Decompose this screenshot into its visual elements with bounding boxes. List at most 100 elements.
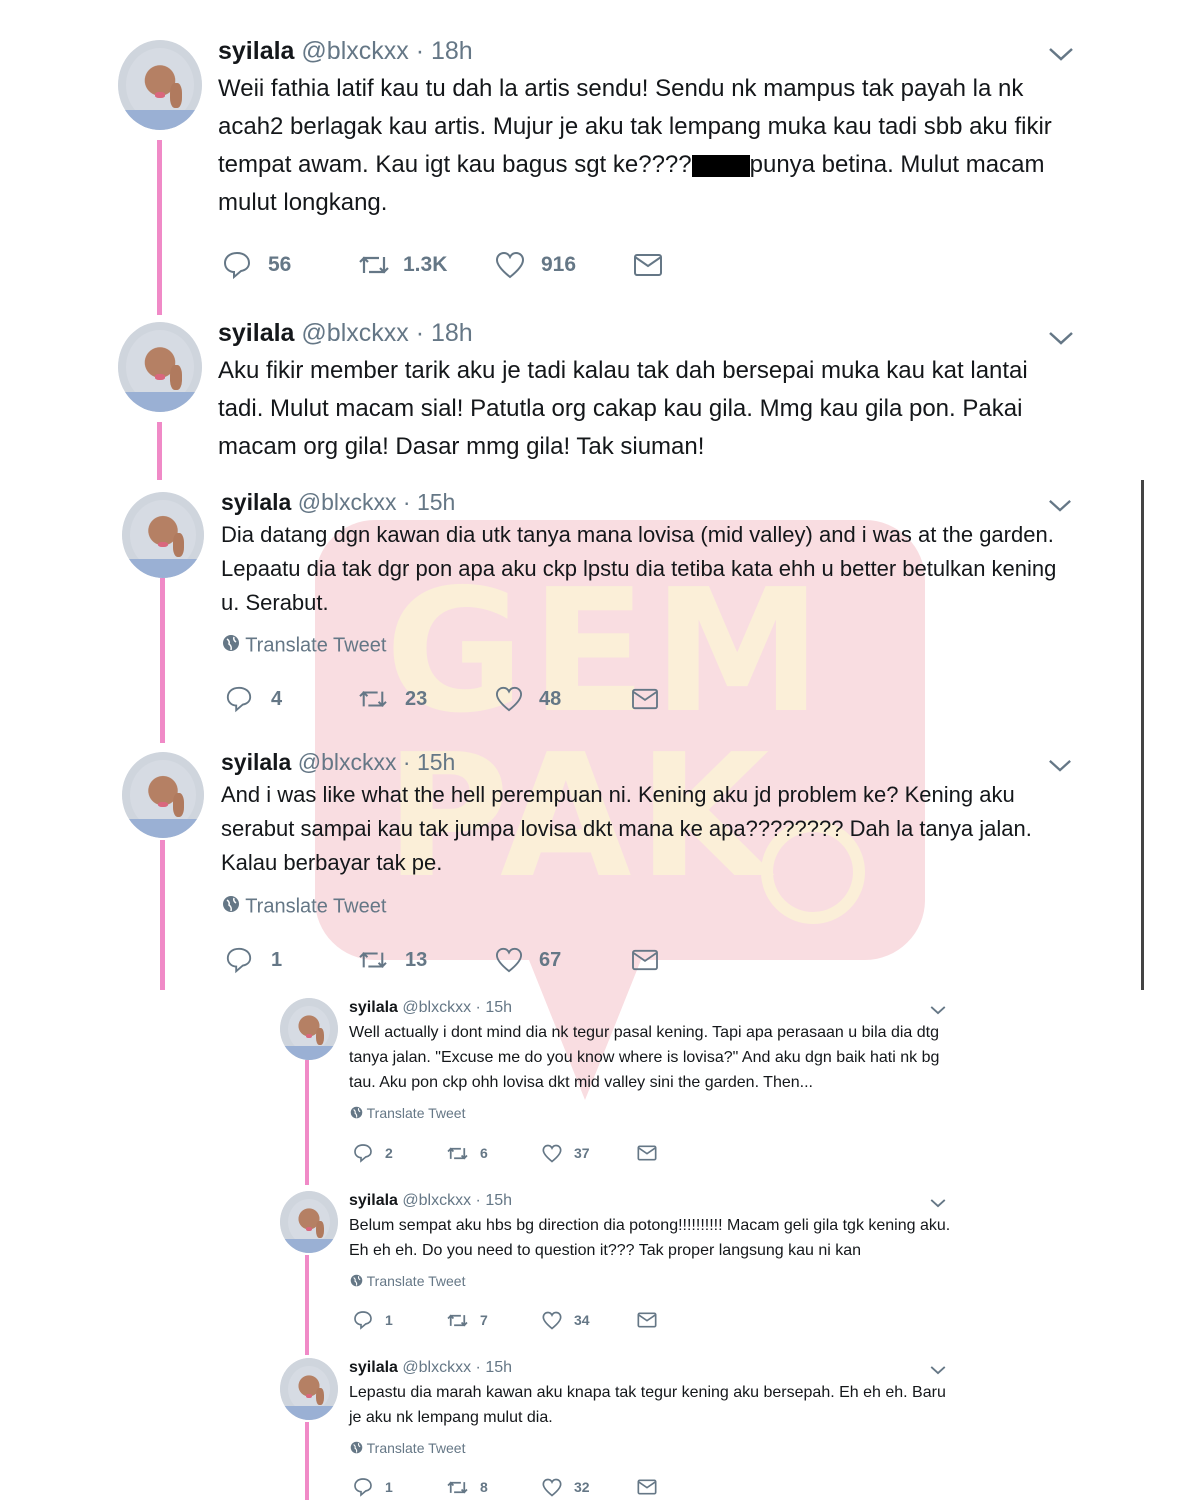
heart-icon <box>495 686 523 712</box>
display-name[interactable]: syilala <box>221 489 291 515</box>
mail-icon <box>637 1478 657 1496</box>
mail-icon <box>631 687 659 711</box>
message-button[interactable] <box>637 1311 657 1329</box>
tweet-actions: 4 23 48 <box>225 685 659 713</box>
retweet-button[interactable]: 13 <box>357 947 495 973</box>
avatar[interactable] <box>280 998 338 1060</box>
like-count: 34 <box>574 1312 590 1328</box>
reply-button[interactable]: 1 <box>353 1477 446 1497</box>
display-name[interactable]: syilala <box>349 999 398 1016</box>
translate-tweet-link[interactable]: Translate Tweet <box>350 1273 465 1290</box>
tweet[interactable]: syilala @blxckxx · 15h And i was like wh… <box>0 740 1200 990</box>
tweet-text: Belum sempat aku hbs bg direction dia po… <box>349 1217 951 1259</box>
separator-dot: · <box>475 1192 481 1209</box>
retweet-icon <box>357 947 389 973</box>
display-name[interactable]: syilala <box>218 37 294 65</box>
translate-tweet-link[interactable]: Translate Tweet <box>222 895 386 919</box>
heart-icon <box>542 1478 562 1497</box>
like-button[interactable]: 32 <box>542 1478 637 1497</box>
like-button[interactable]: 37 <box>542 1144 637 1163</box>
tweet-text: Lepastu dia marah kawan aku knapa tak te… <box>349 1384 946 1426</box>
reply-count: 1 <box>385 1312 393 1328</box>
timestamp[interactable]: 15h <box>485 1359 512 1376</box>
message-button[interactable] <box>631 948 659 972</box>
heart-icon <box>542 1144 562 1163</box>
reply-button[interactable]: 56 <box>222 250 357 280</box>
retweet-button[interactable]: 23 <box>357 686 495 712</box>
retweet-count: 8 <box>480 1479 488 1495</box>
reply-button[interactable]: 1 <box>225 946 357 974</box>
tweet[interactable]: syilala @blxckxx · 15h Lepastu dia marah… <box>0 1355 1200 1500</box>
reply-count: 2 <box>385 1145 393 1161</box>
retweet-button[interactable]: 1.3K <box>357 251 495 279</box>
heart-icon <box>495 947 523 973</box>
timestamp[interactable]: 18h <box>431 319 473 347</box>
reply-count: 1 <box>271 948 283 971</box>
reply-icon <box>353 1310 373 1330</box>
retweet-button[interactable]: 8 <box>446 1478 542 1497</box>
avatar[interactable] <box>118 40 202 130</box>
user-handle[interactable]: @blxckxx <box>402 1359 471 1376</box>
like-button[interactable]: 48 <box>495 686 631 712</box>
message-button[interactable] <box>637 1478 657 1496</box>
display-name[interactable]: syilala <box>349 1359 398 1376</box>
tweet[interactable]: syilala @blxckxx · 18h Aku fikir member … <box>0 300 1200 480</box>
avatar[interactable] <box>280 1358 338 1420</box>
tweet-header: syilala @blxckxx · 15h <box>221 748 455 776</box>
tweet-text: Weii fathia latif kau tu dah la artis se… <box>218 75 1052 216</box>
reply-icon <box>353 1143 373 1163</box>
avatar[interactable] <box>280 1191 338 1253</box>
like-count: 916 <box>541 253 577 276</box>
message-button[interactable] <box>631 687 659 711</box>
translate-tweet-link[interactable]: Translate Tweet <box>350 1105 465 1122</box>
timestamp[interactable]: 15h <box>485 1192 512 1209</box>
message-button[interactable] <box>633 252 663 278</box>
retweet-button[interactable]: 6 <box>446 1144 542 1163</box>
retweet-button[interactable]: 7 <box>446 1311 542 1330</box>
like-button[interactable]: 916 <box>495 251 633 279</box>
reply-button[interactable]: 4 <box>225 685 357 713</box>
tweet-actions: 1 7 34 <box>353 1310 657 1330</box>
tweet[interactable]: syilala @blxckxx · 15h Dia datang dgn ka… <box>0 480 1200 740</box>
like-button[interactable]: 34 <box>542 1311 637 1330</box>
display-name[interactable]: syilala <box>221 749 291 775</box>
heart-icon <box>542 1311 562 1330</box>
tweet-header: syilala @blxckxx · 18h <box>218 36 473 66</box>
mail-icon <box>631 948 659 972</box>
user-handle[interactable]: @blxckxx <box>298 489 397 515</box>
globe-icon <box>350 1106 363 1122</box>
timestamp[interactable]: 15h <box>485 999 512 1016</box>
avatar[interactable] <box>122 752 204 838</box>
user-handle[interactable]: @blxckxx <box>298 749 397 775</box>
display-name[interactable]: syilala <box>349 1192 398 1209</box>
like-button[interactable]: 67 <box>495 947 631 973</box>
like-count: 37 <box>574 1145 590 1161</box>
display-name[interactable]: syilala <box>218 319 294 347</box>
separator-dot: · <box>402 489 411 515</box>
like-count: 32 <box>574 1479 590 1495</box>
tweet[interactable]: syilala @blxckxx · 18h Weii fathia latif… <box>0 0 1200 300</box>
reply-icon <box>225 685 253 713</box>
reply-icon <box>225 946 253 974</box>
mail-icon <box>637 1144 657 1162</box>
timestamp[interactable]: 15h <box>417 749 455 775</box>
like-count: 48 <box>539 687 562 710</box>
timestamp[interactable]: 18h <box>431 37 473 65</box>
message-button[interactable] <box>637 1144 657 1162</box>
mail-icon <box>633 252 663 278</box>
avatar[interactable] <box>118 322 202 412</box>
tweet[interactable]: syilala @blxckxx · 15h Belum sempat aku … <box>0 1188 1200 1348</box>
reply-button[interactable]: 2 <box>353 1143 446 1163</box>
reply-button[interactable]: 1 <box>353 1310 446 1330</box>
translate-tweet-link[interactable]: Translate Tweet <box>222 634 386 658</box>
avatar[interactable] <box>122 492 204 578</box>
retweet-count: 1.3K <box>403 253 448 276</box>
user-handle[interactable]: @blxckxx <box>301 37 408 65</box>
translate-tweet-link[interactable]: Translate Tweet <box>350 1440 465 1457</box>
user-handle[interactable]: @blxckxx <box>301 319 408 347</box>
tweet[interactable]: syilala @blxckxx · 15h Well actually i d… <box>0 995 1200 1175</box>
user-handle[interactable]: @blxckxx <box>402 1192 471 1209</box>
retweet-icon <box>357 251 391 279</box>
timestamp[interactable]: 15h <box>417 489 455 515</box>
user-handle[interactable]: @blxckxx <box>402 999 471 1016</box>
